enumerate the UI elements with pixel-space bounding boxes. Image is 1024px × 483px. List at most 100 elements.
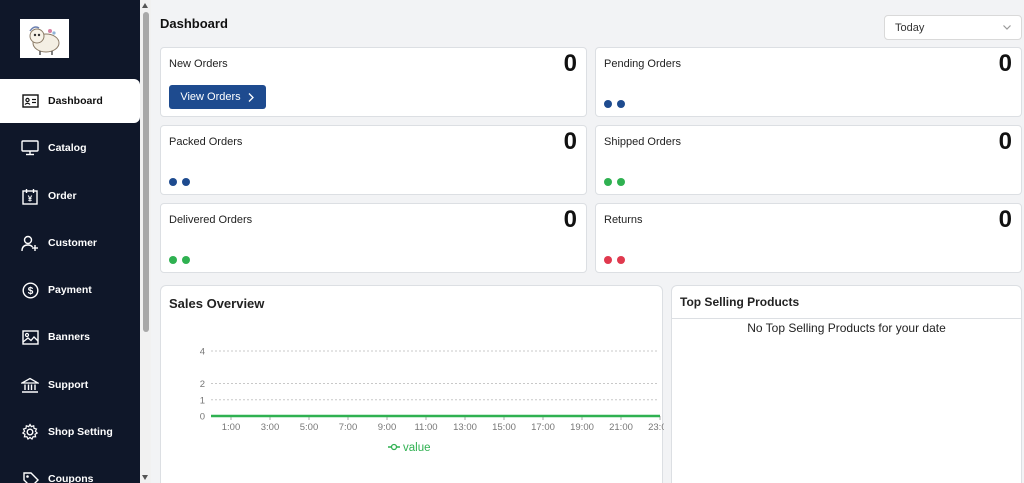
sidebar-item-label: Shop Setting bbox=[48, 426, 113, 438]
sidebar-item-dashboard[interactable]: Dashboard bbox=[0, 79, 140, 123]
calendar-yen-icon: ¥ bbox=[21, 187, 39, 205]
monitor-icon bbox=[21, 139, 39, 157]
sidebar-item-label: Customer bbox=[48, 237, 98, 249]
sidebar-item-payment[interactable]: $ Payment bbox=[0, 268, 140, 312]
page-title: Dashboard bbox=[160, 16, 228, 31]
status-dots bbox=[604, 100, 625, 108]
legend-marker bbox=[390, 443, 398, 451]
x-tick-label: 19:00 bbox=[570, 422, 594, 433]
sheep-logo-icon bbox=[28, 25, 59, 55]
card-label: Pending Orders bbox=[604, 58, 682, 70]
sidebar-item-catalog[interactable]: Catalog bbox=[0, 126, 140, 170]
top-selling-panel: Top Selling Products No Top Selling Prod… bbox=[671, 285, 1022, 483]
x-tick-label: 7:00 bbox=[339, 422, 358, 433]
status-dot bbox=[617, 256, 625, 264]
status-dot bbox=[604, 178, 612, 186]
empty-state-message: No Top Selling Products for your date bbox=[747, 321, 946, 335]
packed-orders-card: Packed Orders 0 bbox=[160, 125, 587, 195]
dollar-circle-icon: $ bbox=[21, 281, 39, 299]
pending-orders-card: Pending Orders 0 bbox=[595, 47, 1022, 117]
sidebar-item-label: Order bbox=[48, 190, 77, 202]
y-tick-label: 4 bbox=[200, 347, 205, 358]
status-dots bbox=[169, 178, 190, 186]
status-dot bbox=[604, 256, 612, 264]
new-orders-card: New Orders 0 View Orders bbox=[160, 47, 587, 117]
card-label: New Orders bbox=[169, 58, 228, 70]
sidebar-item-label: Banners bbox=[48, 331, 91, 343]
card-count: 0 bbox=[998, 50, 1012, 77]
delivered-orders-card: Delivered Orders 0 bbox=[160, 203, 587, 273]
legend-label: value bbox=[403, 442, 431, 454]
date-range-value: Today bbox=[895, 21, 925, 34]
sidebar: Dashboard Catalog ¥ Order Customer $ Pay… bbox=[0, 0, 140, 483]
sidebar-item-shop-setting[interactable]: Shop Setting bbox=[0, 410, 140, 454]
sidebar-item-customer[interactable]: Customer bbox=[0, 221, 140, 265]
card-count: 0 bbox=[998, 206, 1012, 233]
tag-icon bbox=[21, 470, 39, 483]
x-tick-label: 5:00 bbox=[300, 422, 319, 433]
status-dots bbox=[604, 178, 625, 186]
card-label: Delivered Orders bbox=[169, 214, 253, 226]
sidebar-scrollbar[interactable] bbox=[140, 0, 151, 483]
card-count: 0 bbox=[563, 50, 577, 77]
scroll-down-arrow-icon[interactable] bbox=[142, 475, 148, 480]
svg-text:$: $ bbox=[27, 286, 33, 297]
card-label: Packed Orders bbox=[169, 136, 243, 148]
sidebar-item-label: Catalog bbox=[48, 142, 87, 154]
status-dot bbox=[617, 100, 625, 108]
x-tick-label: 9:00 bbox=[378, 422, 397, 433]
status-dot bbox=[169, 178, 177, 186]
user-add-icon bbox=[21, 234, 39, 252]
x-tick-label: 21:00 bbox=[609, 422, 633, 433]
card-count: 0 bbox=[563, 128, 577, 155]
returns-card: Returns 0 bbox=[595, 203, 1022, 273]
card-label: Returns bbox=[604, 214, 643, 226]
status-dot bbox=[182, 256, 190, 264]
x-tick-label: 13:00 bbox=[453, 422, 477, 433]
chevron-right-icon bbox=[248, 92, 254, 102]
top-selling-title: Top Selling Products bbox=[680, 295, 800, 309]
status-dots bbox=[169, 256, 190, 264]
view-orders-label: View Orders bbox=[180, 91, 241, 103]
status-dot bbox=[182, 178, 190, 186]
y-tick-label: 0 bbox=[200, 412, 205, 423]
sidebar-item-coupons[interactable]: Coupons bbox=[0, 457, 140, 483]
y-tick-label: 2 bbox=[200, 379, 205, 390]
sidebar-item-label: Dashboard bbox=[48, 95, 103, 107]
x-tick-label: 3:00 bbox=[261, 422, 280, 433]
sidebar-item-banners[interactable]: Banners bbox=[0, 315, 140, 359]
shop-logo[interactable] bbox=[20, 19, 69, 58]
x-tick-label: 1:00 bbox=[222, 422, 241, 433]
svg-text:¥: ¥ bbox=[28, 194, 33, 203]
status-dot bbox=[604, 100, 612, 108]
view-orders-button[interactable]: View Orders bbox=[169, 85, 266, 109]
y-tick-label: 1 bbox=[200, 395, 205, 406]
chevron-down-icon bbox=[1002, 22, 1012, 35]
sidebar-item-order[interactable]: ¥ Order bbox=[0, 174, 140, 218]
x-tick-label: 17:00 bbox=[531, 422, 555, 433]
sidebar-item-label: Coupons bbox=[48, 473, 94, 483]
sidebar-item-label: Support bbox=[48, 379, 89, 391]
panel-divider bbox=[672, 318, 1021, 319]
card-count: 0 bbox=[998, 128, 1012, 155]
sidebar-item-label: Payment bbox=[48, 284, 92, 296]
main-content: Dashboard Today New Orders 0 View Orders… bbox=[151, 0, 1024, 483]
shipped-orders-card: Shipped Orders 0 bbox=[595, 125, 1022, 195]
x-tick-label: 23:00 bbox=[648, 422, 664, 433]
x-tick-label: 11:00 bbox=[414, 422, 437, 433]
sales-line-chart: 0 1 2 4 1:00 3:00 5:00 7:00 9:00 11:00 13:00 15:00 1… bbox=[200, 347, 664, 455]
card-count: 0 bbox=[563, 206, 577, 233]
x-tick-label: 15:00 bbox=[492, 422, 516, 433]
sales-overview-panel: Sales Overview 0 1 2 4 1:00 3:00 5:00 7:00 9:00 1… bbox=[160, 285, 664, 483]
scroll-thumb[interactable] bbox=[143, 12, 149, 332]
bank-icon bbox=[21, 376, 39, 394]
status-dots bbox=[604, 256, 625, 264]
image-icon bbox=[21, 328, 39, 346]
scroll-up-arrow-icon[interactable] bbox=[142, 3, 148, 8]
gear-icon bbox=[21, 423, 39, 441]
status-dot bbox=[169, 256, 177, 264]
sidebar-item-support[interactable]: Support bbox=[0, 363, 140, 407]
card-label: Shipped Orders bbox=[604, 136, 682, 148]
date-range-select[interactable]: Today bbox=[884, 15, 1022, 40]
id-card-icon bbox=[21, 92, 39, 110]
